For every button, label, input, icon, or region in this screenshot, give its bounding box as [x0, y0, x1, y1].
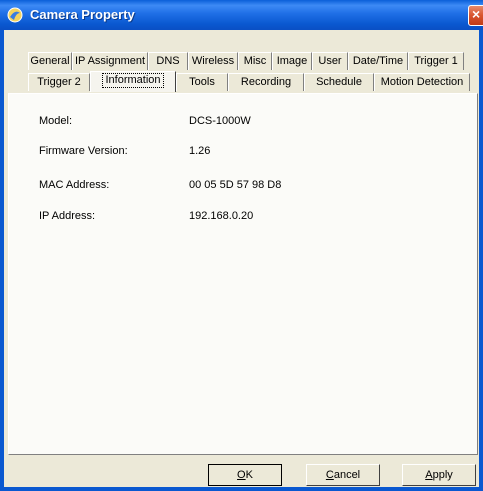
window-frame-right	[479, 30, 483, 491]
tab-general[interactable]: General	[28, 52, 72, 70]
ok-button-mnemonic: O	[237, 469, 246, 481]
camera-property-window: Camera Property × General IP Assignment …	[0, 0, 483, 491]
tab-information-label: Information	[102, 73, 164, 88]
mac-address-value: 00 05 5D 57 98 D8	[189, 179, 282, 191]
tab-tools[interactable]: Tools	[176, 73, 228, 91]
firmware-version-label: Firmware Version:	[39, 145, 128, 157]
tab-wireless[interactable]: Wireless	[188, 52, 238, 70]
tab-motion-detection[interactable]: Motion Detection	[374, 73, 470, 91]
tab-dns[interactable]: DNS	[148, 52, 188, 70]
camera-app-icon	[7, 7, 23, 23]
tab-image[interactable]: Image	[272, 52, 312, 70]
cancel-button-mnemonic: C	[325, 469, 334, 481]
information-panel: Model: DCS-1000W Firmware Version: 1.26 …	[8, 93, 478, 455]
window-title: Camera Property	[30, 7, 135, 22]
model-value: DCS-1000W	[189, 115, 251, 127]
ok-button[interactable]: OK	[208, 464, 282, 486]
apply-button-mnemonic: A	[425, 469, 433, 481]
tab-trigger-2[interactable]: Trigger 2	[28, 73, 90, 91]
close-icon: ×	[472, 6, 481, 22]
close-button[interactable]: ×	[468, 5, 483, 26]
ok-button-label-rest: K	[245, 469, 253, 481]
firmware-version-value: 1.26	[189, 145, 211, 157]
window-frame-left	[0, 30, 4, 491]
tab-trigger-1[interactable]: Trigger 1	[408, 52, 464, 70]
title-bar[interactable]: Camera Property ×	[0, 0, 483, 30]
cancel-button[interactable]: Cancel	[306, 464, 380, 486]
tab-user[interactable]: User	[312, 52, 348, 70]
ip-address-value: 192.168.0.20	[189, 210, 254, 222]
tab-recording[interactable]: Recording	[228, 73, 304, 91]
tab-ip-assignment[interactable]: IP Assignment	[72, 52, 148, 70]
tab-misc[interactable]: Misc	[238, 52, 272, 70]
tab-date-time[interactable]: Date/Time	[348, 52, 408, 70]
cancel-button-label-rest: ancel	[333, 469, 361, 481]
apply-button-label-rest: pply	[432, 469, 453, 481]
window-frame-bottom	[0, 487, 483, 491]
model-label: Model:	[39, 115, 73, 127]
tab-schedule[interactable]: Schedule	[304, 73, 374, 91]
ip-address-label: IP Address:	[39, 210, 96, 222]
apply-button[interactable]: Apply	[402, 464, 476, 486]
mac-address-label: MAC Address:	[39, 179, 110, 191]
tab-information[interactable]: Information	[90, 71, 176, 92]
